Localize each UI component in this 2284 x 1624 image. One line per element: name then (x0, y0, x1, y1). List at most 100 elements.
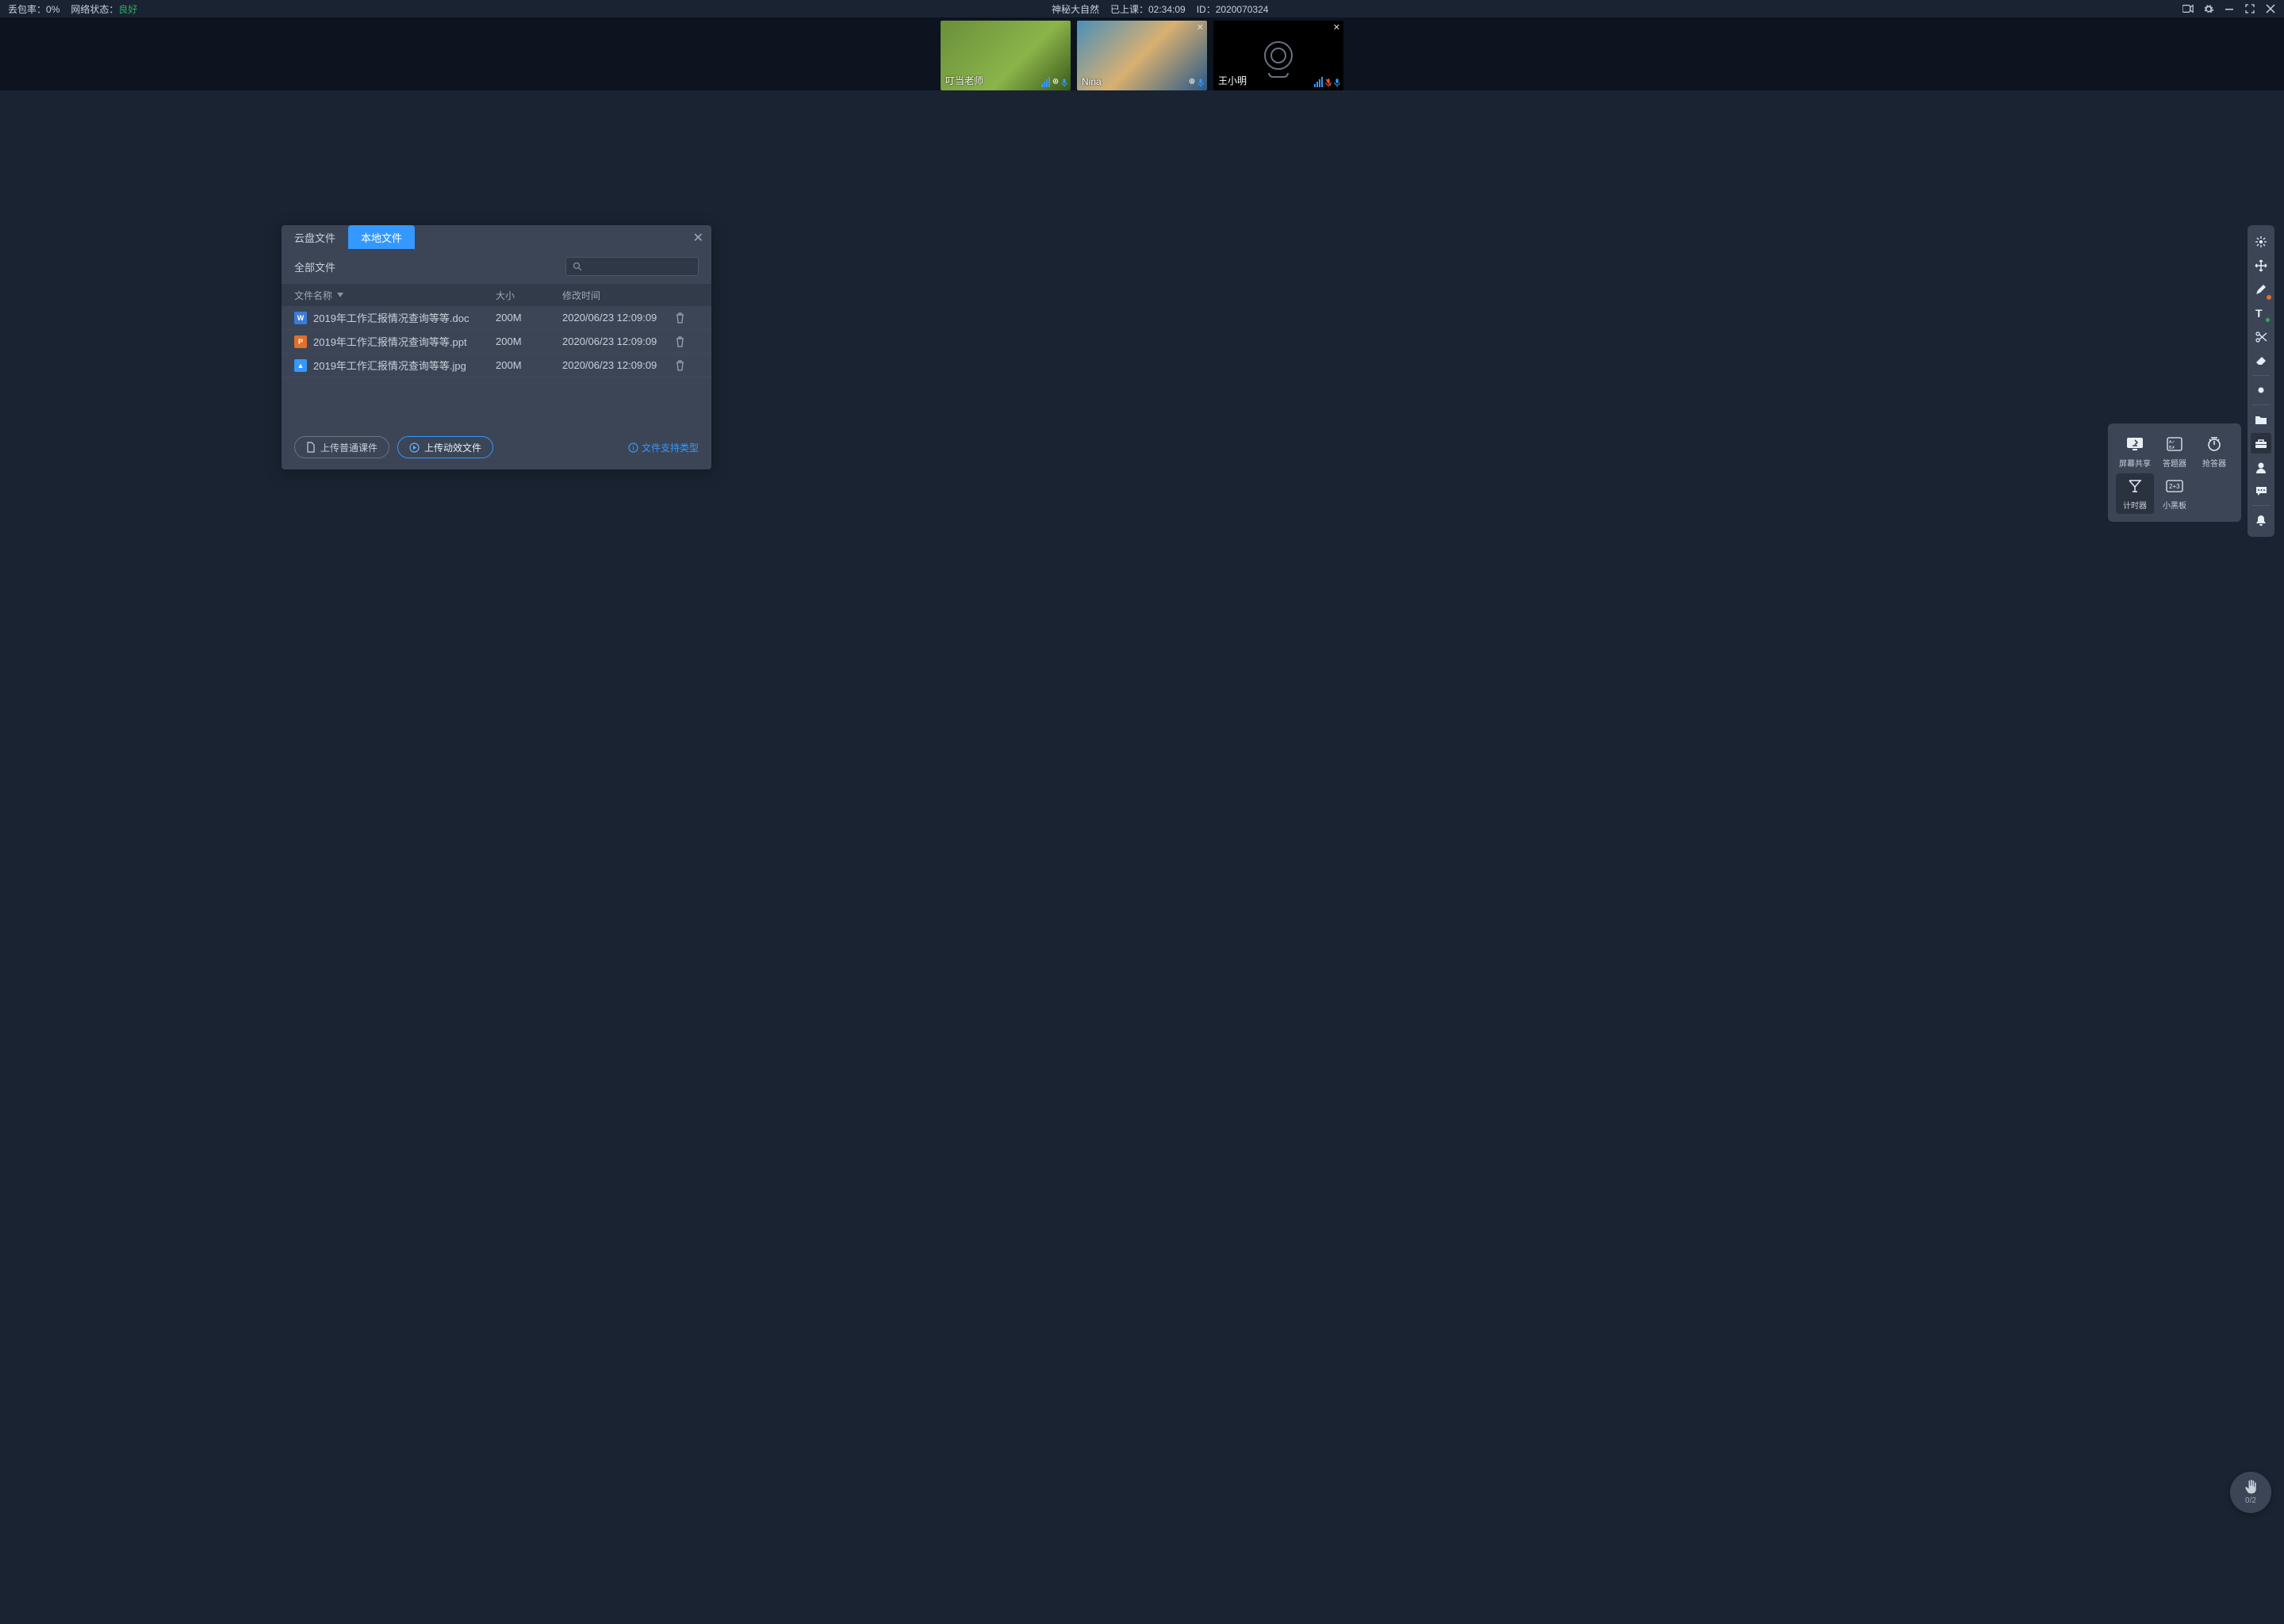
file-name: 2019年工作汇报情况查询等等.doc (313, 310, 469, 325)
screen-share-icon (2125, 435, 2144, 454)
tile-close-icon[interactable]: ✕ (1333, 22, 1340, 33)
table-row[interactable]: ▲ 2019年工作汇报情况查询等等.jpg 200M 2020/06/23 12:… (282, 354, 711, 377)
tb-toolbox[interactable] (2251, 433, 2271, 454)
eraser-icon (2255, 355, 2267, 366)
file-size: 200M (496, 359, 556, 371)
delete-icon[interactable] (675, 312, 699, 324)
packet-loss: 丢包率：0% (8, 2, 59, 16)
tool-mini-board[interactable]: 2+3小黑板 (2156, 473, 2194, 514)
svg-text:B✗: B✗ (2169, 446, 2175, 450)
video-tile[interactable]: ✕ 王小明 (1213, 21, 1343, 90)
dialog-close-icon[interactable]: ✕ (693, 230, 703, 246)
info-icon (628, 442, 638, 453)
mic-icon (1061, 78, 1067, 87)
tb-chat[interactable] (2251, 481, 2271, 501)
camera-icon[interactable] (2182, 3, 2194, 14)
tab-cloud-files[interactable]: 云盘文件 (282, 225, 348, 249)
search-input[interactable] (565, 257, 699, 276)
file-size: 200M (496, 335, 556, 347)
hand-count: 0/2 (2245, 1496, 2256, 1505)
participant-name: Nina (1082, 76, 1102, 87)
close-icon[interactable] (2265, 3, 2276, 14)
tool-label: 计时器 (2123, 499, 2147, 511)
file-icon (306, 442, 316, 453)
participant-name: 叮当老师 (945, 74, 983, 87)
video-tile[interactable]: 叮当老师 (941, 21, 1071, 90)
hand-icon (2243, 1480, 2259, 1496)
file-name: 2019年工作汇报情况查询等等.jpg (313, 358, 466, 373)
move-icon (2255, 259, 2267, 272)
tb-scissor[interactable] (2251, 327, 2271, 347)
filetype-icon: ▲ (294, 359, 307, 372)
gear-icon[interactable] (2203, 3, 2214, 14)
room-id: ID：2020070324 (1197, 2, 1269, 16)
camera-off-icon (1052, 78, 1059, 87)
bell-icon (2255, 515, 2267, 527)
tb-folder[interactable] (2251, 409, 2271, 430)
col-size[interactable]: 大小 (496, 289, 556, 302)
tool-label: 抢答器 (2202, 457, 2226, 469)
table-row[interactable]: P2019年工作汇报情况查询等等.ppt 200M 2020/06/23 12:… (282, 330, 711, 354)
chat-icon (2255, 486, 2267, 496)
supported-types-link[interactable]: 文件支持类型 (628, 441, 699, 454)
tb-text[interactable]: T (2251, 303, 2271, 324)
rush-icon (2205, 435, 2224, 454)
laser-icon (2255, 236, 2267, 248)
tool-quiz[interactable]: A✓B✗答题器 (2156, 431, 2194, 472)
mic-icon (1198, 78, 1204, 87)
folder-icon (2255, 415, 2267, 425)
delete-icon[interactable] (675, 360, 699, 371)
fullscreen-icon[interactable] (2244, 3, 2255, 14)
course-title: 神秘大自然 (1052, 2, 1099, 16)
tool-timer[interactable]: 计时器 (2116, 473, 2154, 514)
tb-move[interactable] (2251, 255, 2271, 276)
file-size: 200M (496, 312, 556, 324)
raise-hand-bubble[interactable]: 0/2 (2230, 1472, 2271, 1513)
filetype-icon: P (294, 335, 307, 348)
tb-laser[interactable] (2251, 232, 2271, 252)
upload-animated-button[interactable]: 上传动效文件 (397, 436, 493, 458)
minimize-icon[interactable] (2224, 3, 2235, 14)
main-canvas: 云盘文件 本地文件 ✕ 全部文件 文件名称 大小 修改时间 W2019年工作汇报… (0, 90, 2284, 1624)
file-mtime: 2020/06/23 12:09:09 (562, 359, 669, 371)
elapsed: 已上课：02:34:09 (1110, 2, 1186, 16)
tb-pen[interactable] (2251, 279, 2271, 300)
tab-local-files[interactable]: 本地文件 (348, 225, 415, 249)
top-bar: 丢包率：0% 网络状态：良好 神秘大自然 已上课：02:34:09 ID：202… (0, 0, 2284, 17)
table-row[interactable]: W2019年工作汇报情况查询等等.doc 200M 2020/06/23 12:… (282, 306, 711, 330)
all-files-label: 全部文件 (294, 259, 335, 274)
delete-icon[interactable] (675, 336, 699, 347)
tb-bell[interactable] (2251, 510, 2271, 530)
camera-off-icon (1189, 78, 1195, 87)
scissor-icon (2255, 331, 2267, 343)
svg-text:A✓: A✓ (2169, 440, 2175, 445)
webcam-off-icon (1264, 41, 1293, 70)
tile-close-icon[interactable]: ✕ (1197, 22, 1204, 33)
play-icon (409, 442, 420, 453)
right-toolbar: T (2248, 225, 2274, 537)
svg-text:2+3: 2+3 (2169, 483, 2180, 490)
tb-dot[interactable] (2251, 380, 2271, 400)
file-mtime: 2020/06/23 12:09:09 (562, 312, 669, 324)
col-name[interactable]: 文件名称 (294, 289, 489, 302)
video-tile[interactable]: ✕ Nina (1077, 21, 1207, 90)
upload-normal-button[interactable]: 上传普通课件 (294, 436, 389, 458)
table-body: W2019年工作汇报情况查询等等.doc 200M 2020/06/23 12:… (282, 306, 711, 377)
mic-icon (1334, 78, 1340, 87)
signal-icon (1314, 76, 1323, 87)
tool-screen-share[interactable]: 屏幕共享 (2116, 431, 2154, 472)
mic-muted-icon (1325, 78, 1332, 87)
file-name: 2019年工作汇报情况查询等等.ppt (313, 334, 467, 349)
net-status: 网络状态：良好 (71, 2, 137, 16)
signal-icon (1041, 76, 1050, 87)
table-header: 文件名称 大小 修改时间 (282, 284, 711, 306)
tb-eraser[interactable] (2251, 350, 2271, 371)
participant-name: 王小明 (1218, 74, 1247, 87)
tb-user[interactable] (2251, 457, 2271, 477)
text-icon: T (2255, 307, 2267, 320)
quiz-icon: A✓B✗ (2165, 435, 2184, 454)
col-mtime[interactable]: 修改时间 (562, 289, 669, 302)
tool-rush[interactable]: 抢答器 (2195, 431, 2233, 472)
file-dialog: 云盘文件 本地文件 ✕ 全部文件 文件名称 大小 修改时间 W2019年工作汇报… (282, 225, 711, 469)
search-icon (573, 262, 582, 271)
